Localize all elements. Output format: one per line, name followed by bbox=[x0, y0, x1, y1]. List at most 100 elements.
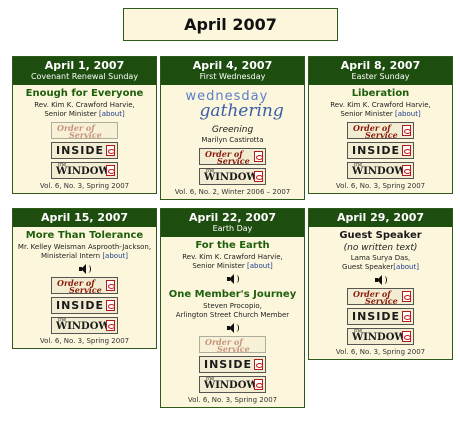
inside-label: INSIDE bbox=[204, 358, 252, 371]
window-pdf-button[interactable]: the WINDOW bbox=[199, 376, 266, 393]
pdf-icon bbox=[106, 145, 115, 156]
speaker-role: Senior Minister bbox=[192, 262, 245, 270]
speaker-name: Rev. Kim K. Crawford Harvie, bbox=[330, 101, 431, 109]
pdf-icon bbox=[254, 151, 263, 162]
card-date: April 29, 2007 bbox=[336, 211, 425, 224]
speaker-info: Rev. Kim K. Crawford Harvie, Senior Mini… bbox=[13, 101, 156, 119]
volume-info: Vol. 6, No. 3, Spring 2007 bbox=[335, 182, 426, 190]
order-of-service-button: Order of Service bbox=[199, 336, 266, 354]
card-header: April 1, 2007 Covenant Renewal Sunday bbox=[13, 57, 156, 85]
pdf-icon bbox=[106, 320, 115, 331]
window-pdf-button[interactable]: the WINDOW bbox=[347, 328, 414, 345]
no-text-note: (no written text) bbox=[343, 243, 418, 253]
inside-pdf-button[interactable]: INSIDE bbox=[51, 142, 118, 159]
service-label: Service bbox=[365, 130, 398, 140]
pdf-icon bbox=[402, 331, 411, 342]
window-pdf-button[interactable]: the WINDOW bbox=[51, 317, 118, 334]
speaker-name: Mr. Kelley Weisman Asprooth-Jackson, bbox=[17, 243, 152, 251]
speaker-name: Lama Surya Das, bbox=[350, 254, 411, 262]
about-link[interactable]: [about] bbox=[395, 110, 421, 118]
card-header: April 4, 2007 First Wednesday bbox=[161, 57, 304, 85]
inside-label: INSIDE bbox=[352, 310, 400, 323]
card-date: April 8, 2007 bbox=[340, 59, 421, 72]
volume-info: Vol. 6, No. 3, Spring 2007 bbox=[335, 348, 426, 356]
speaker-info: Steven Procopio, Arlington Street Church… bbox=[161, 302, 304, 320]
service-label: Service bbox=[69, 130, 102, 140]
pdf-icon bbox=[254, 379, 263, 390]
order-of-service-button: Order of Service bbox=[51, 122, 118, 140]
inside-pdf-button[interactable]: INSIDE bbox=[199, 356, 266, 373]
pdf-icon bbox=[402, 311, 411, 322]
card-date: April 1, 2007 bbox=[44, 59, 125, 72]
sermon-title-link[interactable]: Enough for Everyone bbox=[13, 88, 156, 100]
about-link[interactable]: [about] bbox=[247, 262, 273, 270]
window-pdf-button[interactable]: the WINDOW bbox=[51, 162, 118, 179]
inside-label: INSIDE bbox=[352, 144, 400, 157]
window-label: WINDOW bbox=[204, 380, 258, 391]
sermon-title-link[interactable]: One Member's Journey bbox=[161, 289, 304, 301]
speaker-role: Guest Speaker bbox=[342, 263, 394, 271]
speaker-info: Lama Surya Das, Guest Speaker[about] bbox=[309, 254, 452, 272]
order-of-service-button[interactable]: Order of Service bbox=[51, 277, 118, 295]
audio-speaker-icon[interactable] bbox=[374, 275, 388, 285]
speaker-role: Senior Minister bbox=[340, 110, 393, 118]
speaker-name: Rev. Kim K. Crawford Harvie, bbox=[182, 253, 283, 261]
volume-info: Vol. 6, No. 3, Spring 2007 bbox=[39, 182, 130, 190]
about-link[interactable]: [about] bbox=[102, 252, 128, 260]
inside-pdf-button[interactable]: INSIDE bbox=[347, 142, 414, 159]
window-label: WINDOW bbox=[352, 166, 406, 177]
about-link[interactable]: [about] bbox=[393, 263, 419, 271]
sermon-title-link[interactable]: For the Earth bbox=[161, 240, 304, 252]
speaker-role: Senior Minister bbox=[44, 110, 97, 118]
speaker-role: Ministerial Intern bbox=[41, 252, 101, 260]
card-april-22: April 22, 2007 Earth Day For the Earth R… bbox=[160, 208, 305, 408]
about-link[interactable]: [about] bbox=[99, 110, 125, 118]
pdf-icon bbox=[254, 359, 263, 370]
pdf-icon bbox=[254, 171, 263, 182]
service-label: Service bbox=[217, 344, 250, 354]
card-date: April 4, 2007 bbox=[192, 59, 273, 72]
speaker-info: Rev. Kim K. Crawford Harvie, Senior Mini… bbox=[161, 253, 304, 271]
card-header: April 29, 2007 bbox=[309, 209, 452, 227]
window-pdf-button[interactable]: the WINDOW bbox=[347, 162, 414, 179]
wednesday-gathering-logo: wednesday gathering bbox=[178, 89, 288, 121]
card-subtitle: Easter Sunday bbox=[351, 72, 410, 81]
sermon-title-link[interactable]: More Than Tolerance bbox=[13, 230, 156, 242]
pdf-icon bbox=[402, 125, 411, 136]
order-of-service-button[interactable]: Order of Service bbox=[199, 148, 266, 166]
audio-speaker-icon[interactable] bbox=[78, 264, 92, 274]
pdf-icon bbox=[106, 300, 115, 311]
window-label: WINDOW bbox=[56, 166, 110, 177]
speaker-role: Arlington Street Church Member bbox=[175, 311, 290, 319]
inside-pdf-button[interactable]: INSIDE bbox=[51, 297, 118, 314]
card-subtitle: First Wednesday bbox=[199, 72, 266, 81]
window-pdf-button[interactable]: the WINDOW bbox=[199, 168, 266, 185]
audio-speaker-icon[interactable] bbox=[226, 274, 240, 284]
pdf-icon bbox=[402, 165, 411, 176]
speaker-info: Mr. Kelley Weisman Asprooth-Jackson, Min… bbox=[13, 243, 156, 261]
pdf-icon bbox=[106, 280, 115, 291]
card-header: April 22, 2007 Earth Day bbox=[161, 209, 304, 237]
speaker-name: Steven Procopio, bbox=[203, 302, 262, 310]
card-header: April 15, 2007 bbox=[13, 209, 156, 227]
card-subtitle: Earth Day bbox=[212, 224, 253, 233]
sermon-title: Greening bbox=[211, 125, 254, 135]
card-date: April 22, 2007 bbox=[188, 211, 277, 224]
card-date: April 15, 2007 bbox=[40, 211, 129, 224]
volume-info: Vol. 6, No. 3, Spring 2007 bbox=[39, 337, 130, 345]
order-of-service-button[interactable]: Order of Service bbox=[347, 122, 414, 140]
speaker-name: Rev. Kim K. Crawford Harvie, bbox=[34, 101, 135, 109]
pdf-icon bbox=[402, 291, 411, 302]
sermon-title-link[interactable]: Liberation bbox=[309, 88, 452, 100]
service-label: Service bbox=[365, 296, 398, 306]
card-subtitle: Covenant Renewal Sunday bbox=[30, 72, 139, 81]
inside-pdf-button[interactable]: INSIDE bbox=[347, 308, 414, 325]
logo-word-bottom: gathering bbox=[199, 101, 284, 121]
card-april-8: April 8, 2007 Easter Sunday Liberation R… bbox=[308, 56, 453, 194]
service-label: Service bbox=[69, 285, 102, 295]
audio-speaker-icon[interactable] bbox=[226, 323, 240, 333]
card-header: April 8, 2007 Easter Sunday bbox=[309, 57, 452, 85]
window-label: WINDOW bbox=[204, 172, 258, 183]
order-of-service-button[interactable]: Order of Service bbox=[347, 288, 414, 306]
card-april-15: April 15, 2007 More Than Tolerance Mr. K… bbox=[12, 208, 157, 349]
